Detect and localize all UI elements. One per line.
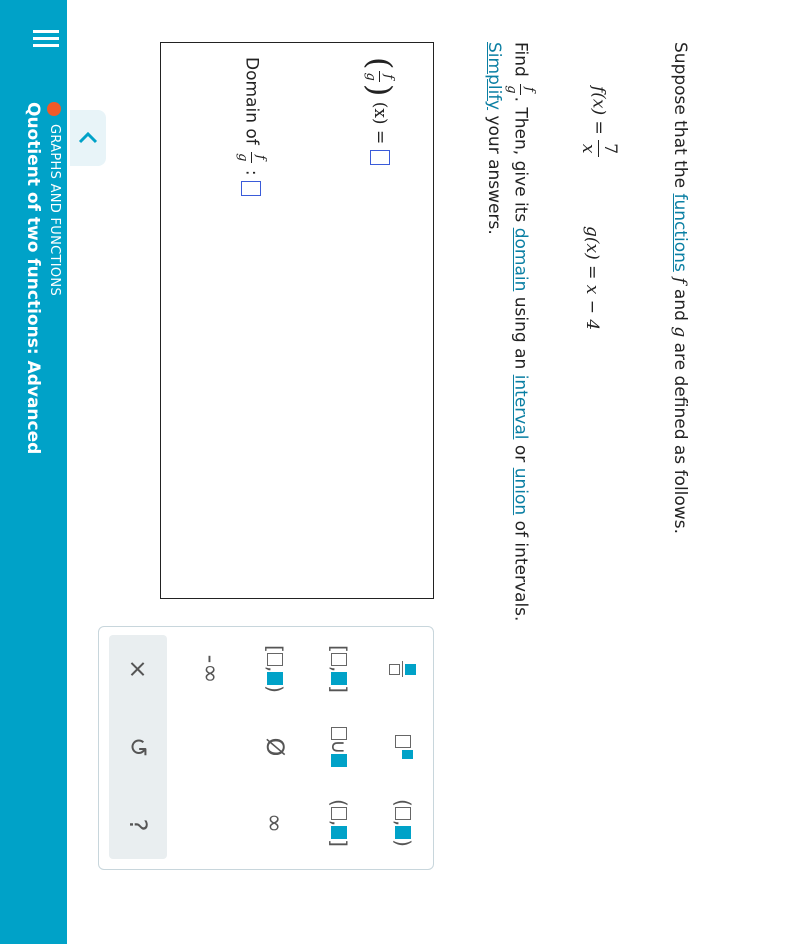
- back-button[interactable]: [70, 110, 106, 166]
- interval-link[interactable]: interval: [511, 375, 531, 440]
- domain-input[interactable]: [241, 181, 262, 197]
- category-row: GRAPHS AND FUNCTIONS: [47, 102, 62, 296]
- topic-title: Quotient of two functions: Advanced: [23, 102, 43, 455]
- quotient-answer-row: ( f g ) (x) =: [361, 57, 399, 165]
- clear-icon[interactable]: ×: [117, 639, 159, 699]
- category-label: GRAPHS AND FUNCTIONS: [47, 124, 62, 297]
- answer-panel: ( f g ) (x) = Domain of f g :: [160, 42, 434, 599]
- progress-dot-icon: [47, 102, 62, 116]
- union-key[interactable]: ∪: [317, 717, 361, 777]
- simplify-instruction: Simplify your answers.: [484, 42, 504, 235]
- topic-header: GRAPHS AND FUNCTIONS Quotient of two fun…: [0, 0, 106, 944]
- find-instruction: Find f g . Then, give its domain using a…: [504, 42, 537, 622]
- undo-icon[interactable]: ↺: [117, 717, 159, 777]
- chevron-left-icon: [78, 131, 98, 144]
- functions-link[interactable]: functions: [670, 194, 690, 272]
- negative-infinity-key[interactable]: -∞: [189, 639, 233, 699]
- simplify-link[interactable]: Simplify: [484, 42, 504, 110]
- domain-link[interactable]: domain: [511, 228, 531, 292]
- empty-set-key[interactable]: Ø: [253, 717, 297, 777]
- union-link[interactable]: union: [511, 468, 531, 515]
- question-intro: Suppose that the functions f and g are d…: [670, 42, 690, 534]
- help-icon[interactable]: ?: [117, 795, 159, 855]
- domain-answer-row: Domain of f g :: [235, 57, 268, 197]
- f-definition: f(x) = 7 x: [578, 86, 620, 158]
- open-interval-key[interactable]: (,): [381, 793, 425, 853]
- quotient-input[interactable]: [370, 149, 390, 165]
- g-definition: g(x) = x − 4: [582, 226, 602, 331]
- menu-icon[interactable]: [33, 26, 59, 52]
- math-keypad: (,) [,] ∪ (,] [,) Ø ∞ -∞ × ↺ ?: [98, 626, 434, 870]
- keypad-actions: × ↺ ?: [109, 635, 167, 859]
- rotated-page: GRAPHS AND FUNCTIONS Quotient of two fun…: [0, 0, 794, 944]
- fraction-key[interactable]: [381, 639, 425, 699]
- half-open-right-key[interactable]: (,]: [317, 793, 361, 853]
- closed-interval-key[interactable]: [,]: [317, 639, 361, 699]
- half-closed-left-key[interactable]: [,): [253, 639, 297, 699]
- infinity-key[interactable]: ∞: [253, 793, 297, 853]
- superscript-key[interactable]: [381, 717, 425, 777]
